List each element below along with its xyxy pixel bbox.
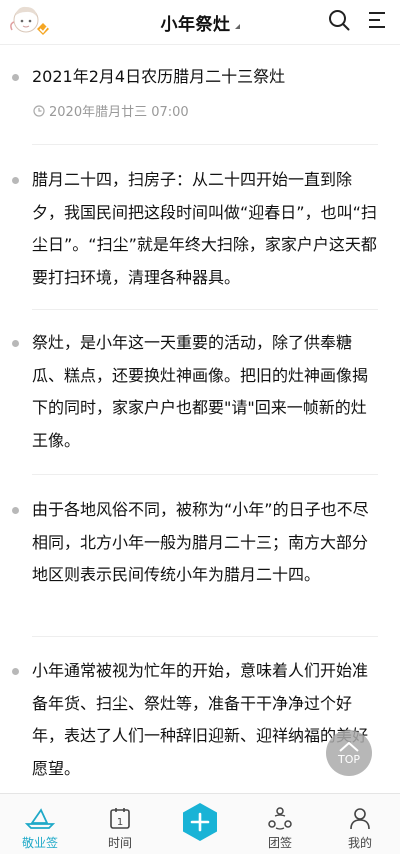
divider xyxy=(32,144,378,145)
note-date: 2020年腊月廿三 07:00 xyxy=(33,101,189,120)
tab-label: 敬业签 xyxy=(21,836,58,850)
bullet-icon xyxy=(12,668,19,675)
chevron-up-icon xyxy=(339,741,359,752)
scroll-to-top-button[interactable]: TOP xyxy=(326,730,372,776)
divider xyxy=(32,474,378,475)
search-icon xyxy=(329,10,350,31)
search-button[interactable] xyxy=(323,4,355,36)
page-title: 小年祭灶 xyxy=(160,14,231,35)
top-bar: 小年祭灶 xyxy=(0,0,400,45)
note-text: 腊月二十四，扫房子：从二十四开始一直到除夕，我国民间把这段时间叫做“迎春日”，也… xyxy=(32,170,377,287)
note-date-text: 2020年腊月廿三 07:00 xyxy=(49,105,189,120)
divider xyxy=(32,309,378,310)
note-text: 由于各地风俗不同，被称为“小年”的日子也不尽相同，北方小年一般为腊月二十三；南方… xyxy=(32,500,369,584)
bullet-icon xyxy=(12,74,19,81)
scroll-to-top-label: TOP xyxy=(337,752,360,766)
title-dropdown-caret-icon xyxy=(234,23,240,29)
divider xyxy=(32,636,378,637)
note-text: 小年通常被视为忙年的开始，意味着人们开始准备年货、扫尘、祭灶等，准备干干净净过个… xyxy=(32,661,369,778)
tab-label: 时间 xyxy=(107,836,132,850)
bullet-icon xyxy=(12,340,19,347)
boat-icon xyxy=(25,808,55,829)
user-icon xyxy=(350,808,370,830)
note-text: 2021年2月4日农历腊月二十三祭灶 xyxy=(32,67,286,86)
tab-mine[interactable]: 我的 xyxy=(320,794,400,854)
tab-jingyeqian[interactable]: 敬业签 xyxy=(0,794,80,854)
calendar-icon: 1 xyxy=(110,808,130,829)
calendar-day: 1 xyxy=(117,817,123,828)
menu-icon xyxy=(369,12,385,28)
tab-label: 团签 xyxy=(267,836,292,850)
tab-time[interactable]: 1 时间 xyxy=(80,794,160,854)
add-button[interactable] xyxy=(180,802,220,842)
clock-icon xyxy=(33,104,45,117)
team-icon xyxy=(268,807,292,830)
bullet-icon xyxy=(12,177,19,184)
bullet-icon xyxy=(12,507,19,514)
note-text: 祭灶，是小年这一天重要的活动，除了供奉糖瓜、糕点，还要换灶神画像。把旧的灶神画像… xyxy=(32,333,369,450)
tab-team[interactable]: 团签 xyxy=(240,794,320,854)
tab-label: 我的 xyxy=(347,836,372,850)
menu-button[interactable] xyxy=(361,4,393,36)
note-list[interactable]: 2021年2月4日农历腊月二十三祭灶 2020年腊月廿三 07:00 腊月二十四… xyxy=(0,45,400,793)
